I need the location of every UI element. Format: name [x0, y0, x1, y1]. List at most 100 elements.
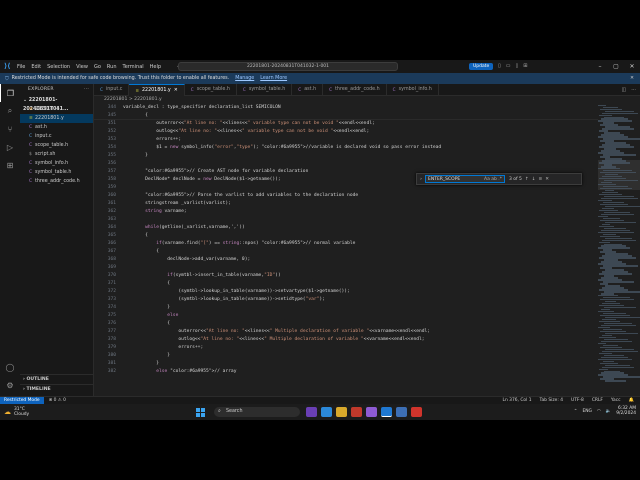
- code-editor[interactable]: 344 variable_decl : type_specifier declar…: [94, 104, 598, 386]
- previous-match-icon[interactable]: ↑: [525, 177, 529, 182]
- code-line[interactable]: 354 $1 = new symbol_info("error","type")…: [94, 144, 598, 152]
- tray-overflow-icon[interactable]: ⌃: [574, 409, 578, 414]
- code-line[interactable]: 364 while(getline(_varlist,varname,',')): [94, 224, 598, 232]
- code-line[interactable]: 372 (symtbl->lookup_in_table(varname))->…: [94, 288, 598, 296]
- learn-more-link[interactable]: Learn More: [260, 76, 287, 81]
- file-item[interactable]: ≡ 22201801.y: [20, 114, 93, 123]
- cursor-position[interactable]: Ln 376, Col 1: [503, 398, 532, 403]
- maximize-button[interactable]: ▢: [608, 60, 624, 73]
- toggle-sidebar-icon[interactable]: ▯: [498, 63, 501, 69]
- taskbar-search[interactable]: ⌕ Search: [214, 407, 300, 417]
- store-icon[interactable]: [396, 407, 407, 417]
- close-find-icon[interactable]: ✕: [545, 177, 549, 182]
- tab-size-indicator[interactable]: Tab Size: 4: [540, 398, 564, 403]
- outline-section[interactable]: › OUTLINE: [20, 374, 94, 383]
- code-line[interactable]: 360 "color:#6a9955">// Parse the varlist…: [94, 192, 598, 200]
- code-line[interactable]: 353 errors++;: [94, 136, 598, 144]
- clock[interactable]: 6:32 AM 9/2/2024: [616, 406, 636, 416]
- workspace-folder[interactable]: ⌄ 22201801-20240831T041...: [20, 96, 93, 112]
- code-line[interactable]: 369: [94, 264, 598, 272]
- menu-item-file[interactable]: File: [17, 64, 25, 70]
- language-indicator[interactable]: Yacc: [611, 398, 621, 403]
- menu-item-edit[interactable]: Edit: [31, 64, 41, 70]
- chrome-icon[interactable]: [351, 407, 362, 417]
- problems-indicator[interactable]: ⊗ 0 ⚠ 0: [49, 398, 66, 403]
- code-line[interactable]: 380 }: [94, 352, 598, 360]
- code-line[interactable]: 345 {: [94, 112, 598, 120]
- file-item[interactable]: Cinput.c: [20, 132, 93, 141]
- code-line[interactable]: 378 outlog<<"At line no: "<<lines<<" Mul…: [94, 336, 598, 344]
- close-tab-icon[interactable]: ✕: [174, 85, 178, 97]
- command-center[interactable]: 22201801-20240831T041032-1-001: [178, 62, 398, 71]
- file-item[interactable]: Cast.h: [20, 123, 93, 132]
- code-line[interactable]: 374 }: [94, 304, 598, 312]
- input-language[interactable]: ENG: [582, 409, 591, 414]
- minimap[interactable]: [598, 104, 640, 396]
- toggle-panel-icon[interactable]: ▭: [506, 63, 511, 69]
- account-icon[interactable]: ◯: [0, 358, 20, 376]
- menu-item-view[interactable]: View: [76, 64, 88, 70]
- notifications-icon[interactable]: 🔔: [629, 398, 634, 403]
- file-item[interactable]: Cscope_table.h: [20, 141, 93, 150]
- code-line[interactable]: 370 if(symtbl->insert_in_table(varname,"…: [94, 272, 598, 280]
- copilot-icon[interactable]: [306, 407, 317, 417]
- app-red-icon[interactable]: [411, 407, 422, 417]
- app-icon[interactable]: [366, 407, 377, 417]
- tab-symbol-table-h[interactable]: Csymbol_table.h: [237, 84, 293, 96]
- volume-icon[interactable]: 🔈: [606, 409, 611, 414]
- code-line[interactable]: 359: [94, 184, 598, 192]
- find-options[interactable]: Aa ab .*: [484, 176, 504, 182]
- code-line[interactable]: 366 if(varname.find("[") == string::npos…: [94, 240, 598, 248]
- tab-22201801-y[interactable]: ≡ 22201801.y ✕: [129, 84, 185, 97]
- tab-ast-h[interactable]: Cast.h: [292, 84, 324, 96]
- code-line[interactable]: 367 {: [94, 248, 598, 256]
- file-item[interactable]: Csymbol_info.h: [20, 159, 93, 168]
- update-button[interactable]: Update: [469, 63, 494, 70]
- code-line[interactable]: 352 outlog<<"At line no: "<<lines<<" var…: [94, 128, 598, 136]
- customize-layout-icon[interactable]: ⊞: [523, 63, 527, 69]
- start-button[interactable]: [196, 408, 205, 417]
- more-actions-icon[interactable]: ···: [84, 84, 89, 96]
- source-control-icon[interactable]: ⑂: [0, 120, 20, 138]
- edge-icon[interactable]: [321, 407, 332, 417]
- menu-item-run[interactable]: Run: [107, 64, 117, 70]
- menu-item-go[interactable]: Go: [94, 64, 101, 70]
- encoding-indicator[interactable]: UTF-8: [571, 398, 584, 403]
- code-line[interactable]: 381 }: [94, 360, 598, 368]
- toggle-secondary-sidebar-icon[interactable]: ▯: [516, 63, 519, 69]
- code-line[interactable]: 344 variable_decl : type_specifier declar…: [94, 104, 598, 112]
- file-item[interactable]: Cthree_addr_code.h: [20, 177, 93, 186]
- find-in-selection-icon[interactable]: ≡: [539, 177, 543, 182]
- minimize-button[interactable]: –: [592, 60, 608, 73]
- file-explorer-icon[interactable]: [336, 407, 347, 417]
- settings-gear-icon[interactable]: ⚙: [0, 376, 20, 394]
- wifi-icon[interactable]: ◠: [597, 409, 601, 414]
- explorer-icon[interactable]: ❐: [0, 84, 20, 102]
- file-item[interactable]: $ script.sh: [20, 150, 93, 159]
- vscode-taskbar-icon[interactable]: [381, 407, 392, 417]
- code-line[interactable]: 368 declNode->add_var(varname, 0);: [94, 256, 598, 264]
- menu-item-selection[interactable]: Selection: [47, 64, 70, 70]
- timeline-section[interactable]: › TIMELINE: [20, 384, 94, 393]
- toggle-replace-icon[interactable]: ›: [417, 177, 425, 182]
- find-input[interactable]: ENTER_SCOPE Aa ab .*: [425, 175, 505, 183]
- search-icon[interactable]: ⌕: [0, 102, 20, 120]
- code-line[interactable]: 362 string varname;: [94, 208, 598, 216]
- file-item[interactable]: ≡ 22201801.l: [20, 105, 93, 114]
- code-line[interactable]: 376 {: [94, 320, 598, 328]
- tab-scope-table-h[interactable]: Cscope_table.h: [185, 84, 237, 96]
- manage-link[interactable]: Manage: [235, 76, 254, 81]
- weather-widget[interactable]: ☁ 31°C Cloudy: [4, 407, 29, 417]
- code-line[interactable]: 356: [94, 160, 598, 168]
- sticky-scroll[interactable]: 344 variable_decl : type_specifier declar…: [94, 104, 598, 120]
- code-line[interactable]: 379 errors++;: [94, 344, 598, 352]
- code-line[interactable]: 351 outerror<<"At line no: "<<lines<<" v…: [94, 120, 598, 128]
- code-line[interactable]: 382 else "color:#6a9955">// array: [94, 368, 598, 376]
- tab-symbol-info-h[interactable]: Csymbol_info.h: [387, 84, 439, 96]
- breadcrumb[interactable]: 22201801 > 22201801.y: [94, 96, 640, 104]
- tab-input-c[interactable]: Cinput.c: [94, 84, 130, 96]
- tab-three-addr-code-h[interactable]: Cthree_addr_code.h: [323, 84, 387, 96]
- more-actions-icon[interactable]: ···: [631, 84, 636, 96]
- eol-indicator[interactable]: CRLF: [592, 398, 603, 403]
- menu-item-terminal[interactable]: Terminal: [123, 64, 144, 70]
